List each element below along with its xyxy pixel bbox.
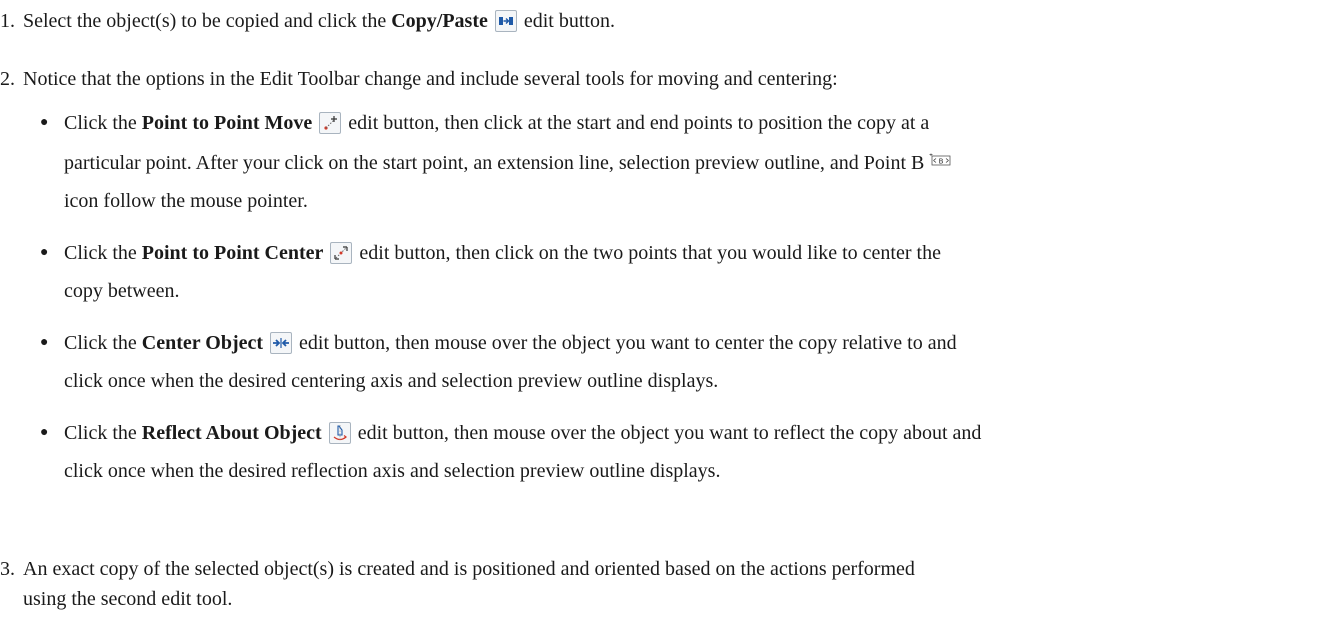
svg-text:B: B <box>939 158 944 166</box>
point-b-icon: B <box>929 142 953 166</box>
center-object-icon <box>270 332 293 354</box>
bullet-dot: ● <box>40 335 49 350</box>
step-text: An exact copy of the selected object(s) … <box>23 558 915 610</box>
copy-paste-label: Copy/Paste <box>391 10 488 32</box>
step-number: 3. <box>0 558 15 580</box>
step-text: Notice that the options in the Edit Tool… <box>23 68 838 90</box>
bullet-dot: ● <box>40 245 49 260</box>
point-to-point-center-icon <box>330 242 353 264</box>
step-number: 2. <box>0 68 15 90</box>
reflect-about-object-label: Reflect About Object <box>141 422 322 444</box>
bullet-dot: ● <box>40 425 49 440</box>
bullet-text: Click the Reflect About Object edit butt… <box>64 422 982 482</box>
step-number: 1. <box>0 10 15 32</box>
help-page: 1. Select the object(s) to be copied and… <box>0 0 1324 628</box>
reflect-about-object-icon <box>328 422 351 444</box>
center-object-label: Center Object <box>141 332 264 354</box>
bullet-text: Click the Point to Point Move edit butto… <box>64 104 1304 220</box>
point-to-point-move-label: Point to Point Move <box>141 112 313 134</box>
bullet-text: Click the Point to Point Center edit but… <box>64 242 941 302</box>
point-to-point-move-icon <box>319 112 342 134</box>
step-text: Select the object(s) to be copied and cl… <box>23 10 615 32</box>
bullet-text: Click the Center Object edit button, the… <box>64 332 957 392</box>
point-to-point-center-label: Point to Point Center <box>141 242 324 264</box>
bullet-dot: ● <box>40 115 49 130</box>
copy-paste-icon <box>494 10 517 32</box>
